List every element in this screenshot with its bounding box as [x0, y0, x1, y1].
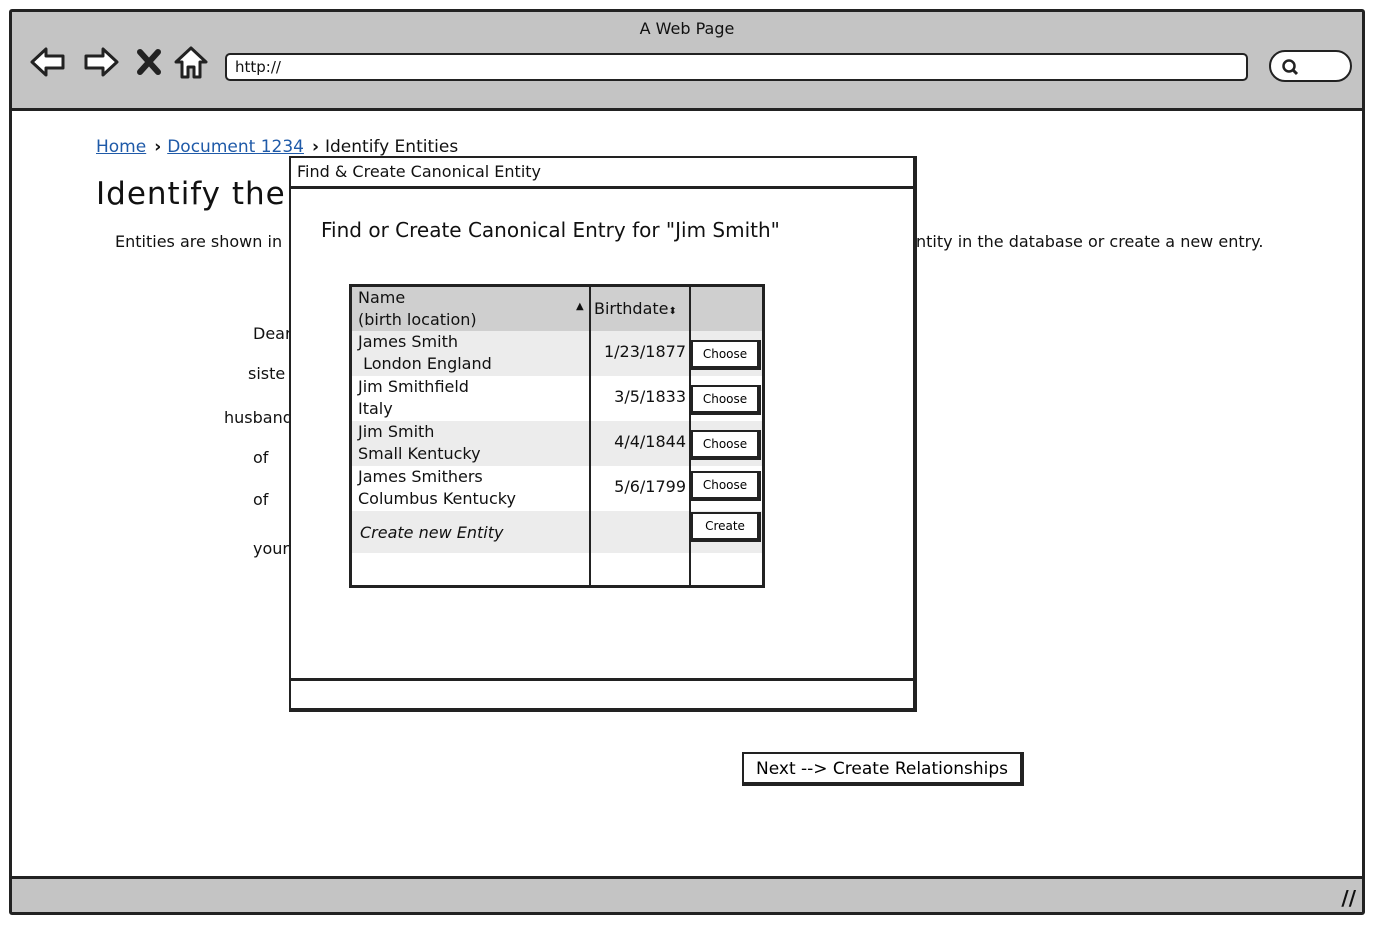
chevron-right-icon: › — [154, 137, 162, 157]
forward-arrow-icon[interactable] — [82, 44, 120, 80]
document-word[interactable]: your — [253, 539, 289, 558]
entity-birthdate: 1/23/1877 — [603, 342, 686, 361]
find-create-entity-dialog: Find & Create Canonical Entity Find or C… — [289, 156, 917, 712]
column-divider — [689, 287, 691, 585]
birthdate-column-header[interactable]: Birthdate⬍ — [594, 298, 677, 323]
table-row: Jim Smithfield Italy 3/5/1833 Choose — [352, 376, 762, 421]
entity-name: James Smithers — [358, 467, 483, 486]
dialog-title: Find & Create Canonical Entity — [291, 158, 913, 189]
create-row: Create new Entity Create — [352, 511, 762, 553]
document-word[interactable]: of — [253, 448, 268, 467]
table-header: Name (birth location) ▲ Birthdate⬍ — [352, 287, 762, 331]
sort-icon[interactable]: ⬍ — [669, 306, 677, 317]
column-header-name: Name — [358, 288, 406, 307]
home-icon[interactable] — [172, 44, 210, 80]
chevron-right-icon: › — [311, 137, 319, 157]
dialog-footer — [291, 678, 913, 708]
breadcrumb-document-link[interactable]: Document 1234 — [167, 137, 304, 157]
entity-name: Jim Smithfield — [358, 377, 469, 396]
status-bar: // — [12, 876, 1362, 912]
breadcrumb: Home › Document 1234 › Identify Entities — [96, 137, 458, 157]
intro-text-right: ntity in the database or create a new en… — [916, 232, 1264, 251]
choose-button[interactable]: Choose — [691, 385, 761, 415]
document-word[interactable]: siste — [248, 364, 285, 383]
column-header-location: (birth location) — [358, 310, 477, 329]
choose-button[interactable]: Choose — [691, 471, 761, 501]
entity-location: London England — [358, 354, 492, 373]
next-create-relationships-button[interactable]: Next --> Create Relationships — [742, 752, 1025, 786]
document-word[interactable]: husband — [224, 408, 293, 427]
entity-location: Small Kentucky — [358, 444, 481, 463]
back-arrow-icon[interactable] — [29, 44, 67, 80]
entity-birthdate: 3/5/1833 — [614, 387, 686, 406]
sort-ascending-icon[interactable]: ▲ — [576, 301, 584, 312]
document-word[interactable]: Dear — [253, 324, 292, 343]
page-title: Identify the E — [96, 176, 318, 212]
column-divider — [589, 287, 591, 585]
entity-birthdate: 5/6/1799 — [614, 477, 686, 496]
create-new-entity-label: Create new Entity — [360, 523, 504, 542]
table-row: James Smithers Columbus Kentucky 5/6/179… — [352, 466, 762, 511]
window-title: A Web Page — [639, 19, 735, 38]
close-icon[interactable] — [134, 44, 164, 80]
entity-name: Jim Smith — [358, 422, 435, 441]
search-icon — [1282, 59, 1299, 76]
entity-table: Name (birth location) ▲ Birthdate⬍ James… — [349, 284, 765, 588]
entity-name: James Smith — [358, 332, 458, 351]
entity-name-cell: James Smith London England — [358, 331, 492, 375]
dialog-heading: Find or Create Canonical Entry for "Jim … — [321, 218, 780, 242]
search-field[interactable] — [1269, 50, 1352, 82]
choose-button[interactable]: Choose — [691, 340, 761, 370]
url-field[interactable]: http:// — [225, 53, 1248, 81]
table-row: Jim Smith Small Kentucky 4/4/1844 Choose — [352, 421, 762, 466]
entity-name-cell: Jim Smithfield Italy — [358, 376, 469, 420]
create-button[interactable]: Create — [691, 512, 761, 542]
entity-birthdate: 4/4/1844 — [614, 432, 686, 451]
breadcrumb-home-link[interactable]: Home — [96, 137, 146, 157]
document-word[interactable]: of — [253, 490, 268, 509]
entity-name-cell: Jim Smith Small Kentucky — [358, 421, 481, 465]
table-row: James Smith London England 1/23/1877 Cho… — [352, 331, 762, 376]
intro-text-left: Entities are shown in — [115, 232, 283, 251]
breadcrumb-current: Identify Entities — [324, 137, 459, 157]
name-column-header[interactable]: Name (birth location) — [358, 287, 477, 331]
browser-chrome: A Web Page http:// — [12, 12, 1362, 111]
entity-location: Columbus Kentucky — [358, 489, 516, 508]
entity-location: Italy — [358, 399, 393, 418]
resize-grip-icon[interactable]: // — [1341, 886, 1356, 910]
entity-name-cell: James Smithers Columbus Kentucky — [358, 466, 516, 510]
column-header-birthdate: Birthdate — [594, 299, 669, 318]
choose-button[interactable]: Choose — [691, 430, 761, 460]
